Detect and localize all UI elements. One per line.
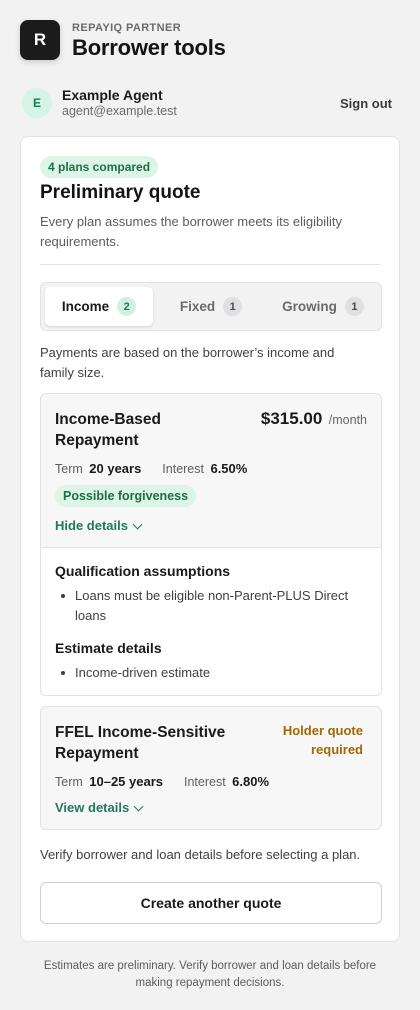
tab-fixed[interactable]: Fixed 1 [157, 287, 265, 326]
toggle-label: View details [55, 800, 130, 815]
chevron-down-icon [133, 801, 144, 812]
brand-eyebrow: REPAYIQ PARTNER [72, 22, 182, 34]
plan-name: Income-Based Repayment [55, 411, 161, 449]
price-unit: /month [328, 413, 367, 427]
term-label: Term [55, 462, 83, 476]
agent-name: Example Agent [62, 87, 163, 103]
plan-name: FFEL Income-Sensitive Repayment [55, 724, 226, 762]
price-amount: $315.00 [260, 409, 323, 428]
interest-value: 6.50% [210, 461, 248, 476]
tab-count: 1 [223, 297, 243, 316]
plan-price: $315.00 /month [261, 409, 367, 429]
agent-email: agent@example.test [62, 104, 177, 118]
interest-value: 6.80% [232, 774, 270, 789]
plans-compared-badge: 4 plans compared [40, 156, 159, 178]
qualification-heading: Qualification assumptions [55, 563, 231, 579]
plan-details: Qualification assumptions Loans must be … [41, 547, 381, 695]
brand-logo: R [20, 20, 60, 60]
agent-row: E Example Agent agent@example.test Sign … [22, 86, 392, 120]
tab-count: 1 [344, 297, 364, 316]
term-value: 20 years [89, 461, 142, 476]
holder-quote-status: Holder quote required [282, 723, 363, 757]
hide-details-toggle[interactable]: Hide details [55, 518, 143, 533]
app-header: R REPAYIQ PARTNER Borrower tools [20, 20, 400, 62]
tab-growing[interactable]: Growing 1 [269, 287, 377, 326]
tab-label: Growing [282, 299, 337, 314]
divider [40, 264, 380, 265]
plan-card-ffel-income-sensitive: FFEL Income-Sensitive Repayment Holder q… [40, 706, 382, 830]
tab-label: Fixed [179, 299, 216, 314]
list-item: Loans must be eligible non-Parent-PLUS D… [61, 586, 361, 626]
interest-label: Interest [162, 462, 204, 476]
list-item: Income-driven estimate [61, 663, 361, 683]
view-details-toggle[interactable]: View details [55, 800, 144, 815]
term-value: 10–25 years [89, 774, 164, 789]
term-label: Term [55, 775, 83, 789]
tab-description: Payments are based on the borrower’s inc… [40, 345, 335, 380]
plan-card-income-based-repayment: Income-Based Repayment $315.00 /month Te… [40, 393, 382, 696]
create-another-quote-button[interactable]: Create another quote [40, 882, 382, 924]
plan-category-tabs: Income 2 Fixed 1 Growing 1 [40, 282, 382, 331]
tab-income[interactable]: Income 2 [45, 287, 153, 326]
sign-out-button[interactable]: Sign out [340, 96, 392, 111]
plan-meta: Term 10–25 years Interest 6.80% [55, 774, 269, 789]
tab-label: Income [61, 299, 110, 314]
interest-label: Interest [183, 775, 226, 789]
tab-count: 2 [117, 297, 137, 316]
footer-note: Estimates are preliminary. Verify borrow… [43, 960, 377, 989]
quote-card: 4 plans compared Preliminary quote Every… [20, 136, 400, 942]
toggle-label: Hide details [55, 518, 128, 533]
quote-title: Preliminary quote [40, 182, 201, 203]
avatar: E [22, 88, 52, 118]
forgiveness-badge: Possible forgiveness [55, 485, 197, 507]
quote-subtitle: Every plan assumes the borrower meets it… [40, 214, 343, 249]
plan-meta: Term 20 years Interest 6.50% [55, 461, 247, 476]
estimate-heading: Estimate details [55, 640, 162, 656]
chevron-down-icon [132, 519, 143, 530]
verify-text: Verify borrower and loan details before … [40, 847, 361, 862]
page-title: Borrower tools [72, 35, 226, 60]
